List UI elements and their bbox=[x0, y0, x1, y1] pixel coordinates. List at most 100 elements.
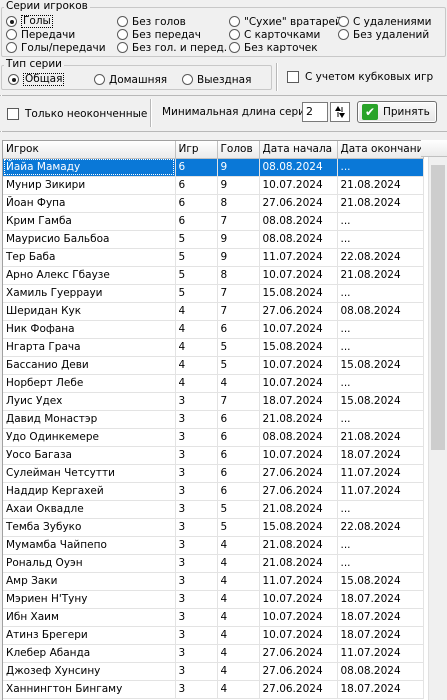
radio-home[interactable] bbox=[94, 74, 105, 85]
table-cell: 15.08.2024 bbox=[259, 338, 338, 357]
table-row[interactable]: Йайа Мамаду 6 9 08.08.2024... bbox=[3, 158, 424, 177]
radio-goals[interactable] bbox=[6, 16, 17, 27]
option-clean-sheets[interactable]: "Сухие" вратарей bbox=[229, 15, 342, 28]
table-row[interactable]: Луис Удех 3 7 18.07.2024 15.08.2024 bbox=[3, 392, 424, 411]
table-row[interactable]: Йоан Фупа 6 8 27.06.2024 21.08.2024 bbox=[3, 194, 424, 213]
table-row[interactable]: Норберт Лебе 4 4 10.07.2024... bbox=[3, 374, 424, 393]
table-row[interactable]: Амр Заки 3 4 11.07.2024 15.08.2024 bbox=[3, 572, 424, 591]
table-cell: 4 bbox=[217, 374, 260, 393]
radio-with-cards[interactable] bbox=[229, 29, 240, 40]
option-overall[interactable]: Общая bbox=[8, 73, 65, 86]
table-cell: 6 bbox=[175, 194, 218, 213]
table-cell: ... bbox=[337, 554, 424, 573]
min-length-spinner[interactable] bbox=[330, 102, 350, 122]
table-row[interactable]: Мунир Зикири 6 9 10.07.2024 21.08.2024 bbox=[3, 176, 424, 195]
table-row[interactable]: Бассанио Деви 4 5 10.07.2024 15.08.2024 bbox=[3, 356, 424, 375]
column-header-player[interactable]: Игрок bbox=[3, 141, 176, 159]
table-row[interactable]: Ханнингтон Бингаму 3 4 27.06.2024 18.07.2024 bbox=[3, 680, 424, 699]
table-row[interactable]: Мумамба Чайпепо 3 4 21.08.2024... bbox=[3, 536, 424, 555]
option-home[interactable]: Домашняя bbox=[94, 73, 167, 86]
option-goals[interactable]: Голы bbox=[6, 15, 53, 28]
option-goals-assists[interactable]: Голы/передачи bbox=[6, 41, 106, 54]
table-cell: 6 bbox=[217, 320, 260, 339]
option-no-goals-no-assists[interactable]: Без гол. и перед. bbox=[117, 41, 227, 54]
table-row[interactable]: Джозеф Хунсину 3 4 27.06.2024 08.08.2024 bbox=[3, 662, 424, 681]
table-row[interactable]: Тер Баба 5 9 11.07.2024 22.08.2024 bbox=[3, 248, 424, 267]
table-row[interactable]: Ник Фофана 4 6 10.07.2024... bbox=[3, 320, 424, 339]
table-row[interactable]: Атинз Брегери 3 4 10.07.2024 18.07.2024 bbox=[3, 626, 424, 645]
series-table[interactable]: Игрок Игр Голов Дата начала Дата окончан… bbox=[2, 140, 447, 700]
table-row[interactable]: Сулейман Четсутти 3 6 27.06.2024 11.07.2024 bbox=[3, 464, 424, 483]
table-cell: 4 bbox=[217, 572, 260, 591]
radio-goals-assists[interactable] bbox=[6, 42, 17, 53]
table-row[interactable]: Арно Алекс Гбаузе 5 8 10.07.2024 21.08.2024 bbox=[3, 266, 424, 285]
table-cell: Крим Гамба bbox=[3, 212, 176, 231]
cup-games-checkbox[interactable]: С учетом кубковых игр bbox=[287, 70, 433, 83]
table-cell: ... bbox=[337, 500, 424, 519]
table-cell: 4 bbox=[175, 374, 218, 393]
table-cell: 11.07.2024 bbox=[337, 482, 424, 501]
option-away[interactable]: Выездная bbox=[182, 73, 251, 86]
apply-button[interactable]: ✔ Принять bbox=[357, 101, 437, 123]
table-row[interactable]: Ахаи Оквадле 3 5 21.08.2024... bbox=[3, 500, 424, 519]
scrollbar-thumb[interactable] bbox=[431, 165, 445, 450]
table-cell: 3 bbox=[175, 500, 218, 519]
option-assists[interactable]: Передачи bbox=[6, 28, 75, 41]
table-row[interactable]: Ибн Хаим 3 4 10.07.2024 18.07.2024 bbox=[3, 608, 424, 627]
table-cell: 6 bbox=[217, 482, 260, 501]
vertical-scrollbar[interactable] bbox=[428, 157, 447, 700]
table-cell: 7 bbox=[217, 302, 260, 321]
column-header-goals[interactable]: Голов bbox=[217, 141, 260, 159]
radio-no-assists[interactable] bbox=[117, 29, 128, 40]
table-cell: 9 bbox=[217, 248, 260, 267]
table-cell: 10.07.2024 bbox=[259, 176, 338, 195]
table-row[interactable]: Рональд Оуэн 3 4 21.08.2024... bbox=[3, 554, 424, 573]
table-cell: 4 bbox=[175, 356, 218, 375]
table-cell: 11.07.2024 bbox=[337, 464, 424, 483]
radio-no-goals-no-assists[interactable] bbox=[117, 42, 128, 53]
option-no-cards[interactable]: Без карточек bbox=[229, 41, 318, 54]
table-row[interactable]: Маурисио Бальбоа 5 9 08.08.2024... bbox=[3, 230, 424, 249]
option-with-cards[interactable]: С карточками bbox=[229, 28, 320, 41]
table-cell: 3 bbox=[175, 554, 218, 573]
table-row[interactable]: Наддир Кергахей 3 6 27.06.2024 11.07.2024 bbox=[3, 482, 424, 501]
table-cell: 3 bbox=[175, 536, 218, 555]
option-no-red-cards[interactable]: Без удалений bbox=[338, 28, 429, 41]
table-row[interactable]: Уосо Багаза 3 6 10.07.2024 18.07.2024 bbox=[3, 446, 424, 465]
column-header-end-date[interactable]: Дата окончания bbox=[337, 141, 424, 159]
table-row[interactable]: Давид Монастэр 3 6 21.08.2024... bbox=[3, 410, 424, 429]
table-cell: 5 bbox=[217, 356, 260, 375]
min-length-input[interactable]: 2 bbox=[302, 102, 328, 122]
table-row[interactable]: Клебер Абанда 3 4 27.06.2024 11.07.2024 bbox=[3, 644, 424, 663]
option-with-red-cards[interactable]: С удалениями bbox=[338, 15, 432, 28]
radio-no-goals[interactable] bbox=[117, 16, 128, 27]
table-cell: ... bbox=[337, 212, 424, 231]
table-row[interactable]: Нгарта Грача 4 5 15.08.2024... bbox=[3, 338, 424, 357]
radio-no-cards[interactable] bbox=[229, 42, 240, 53]
radio-away[interactable] bbox=[182, 74, 193, 85]
unfinished-check[interactable] bbox=[7, 107, 19, 120]
table-row[interactable]: Шеридан Кук 4 7 27.06.2024 08.08.2024 bbox=[3, 302, 424, 321]
table-cell: 10.07.2024 bbox=[259, 266, 338, 285]
table-cell: 6 bbox=[175, 212, 218, 231]
table-row[interactable]: Крим Гамба 6 7 08.08.2024... bbox=[3, 212, 424, 231]
column-header-games[interactable]: Игр bbox=[175, 141, 218, 159]
unfinished-checkbox[interactable]: Только неоконченные bbox=[7, 107, 147, 120]
radio-clean-sheets[interactable] bbox=[229, 16, 240, 27]
radio-overall[interactable] bbox=[8, 74, 19, 85]
column-header-start-date[interactable]: Дата начала bbox=[259, 141, 338, 159]
radio-with-red-cards[interactable] bbox=[338, 16, 349, 27]
radio-no-red-cards[interactable] bbox=[338, 29, 349, 40]
divider bbox=[276, 63, 278, 91]
venue-group-legend: Тип серии bbox=[4, 58, 64, 70]
table-row[interactable]: Хамиль Гуеррауи 5 7 15.08.2024... bbox=[3, 284, 424, 303]
table-row[interactable]: Удо Одинкемере 3 6 08.08.2024 21.08.2024 bbox=[3, 428, 424, 447]
table-cell: 21.08.2024 bbox=[259, 554, 338, 573]
option-no-goals[interactable]: Без голов bbox=[117, 15, 186, 28]
table-row[interactable]: Мэриен Н'Туну 3 4 10.07.2024 18.07.2024 bbox=[3, 590, 424, 609]
option-no-assists[interactable]: Без передач bbox=[117, 28, 201, 41]
cup-games-check[interactable] bbox=[287, 70, 299, 83]
radio-assists[interactable] bbox=[6, 29, 17, 40]
table-cell: 22.08.2024 bbox=[337, 248, 424, 267]
table-row[interactable]: Темба Зубуко 3 5 15.08.2024 22.08.2024 bbox=[3, 518, 424, 537]
